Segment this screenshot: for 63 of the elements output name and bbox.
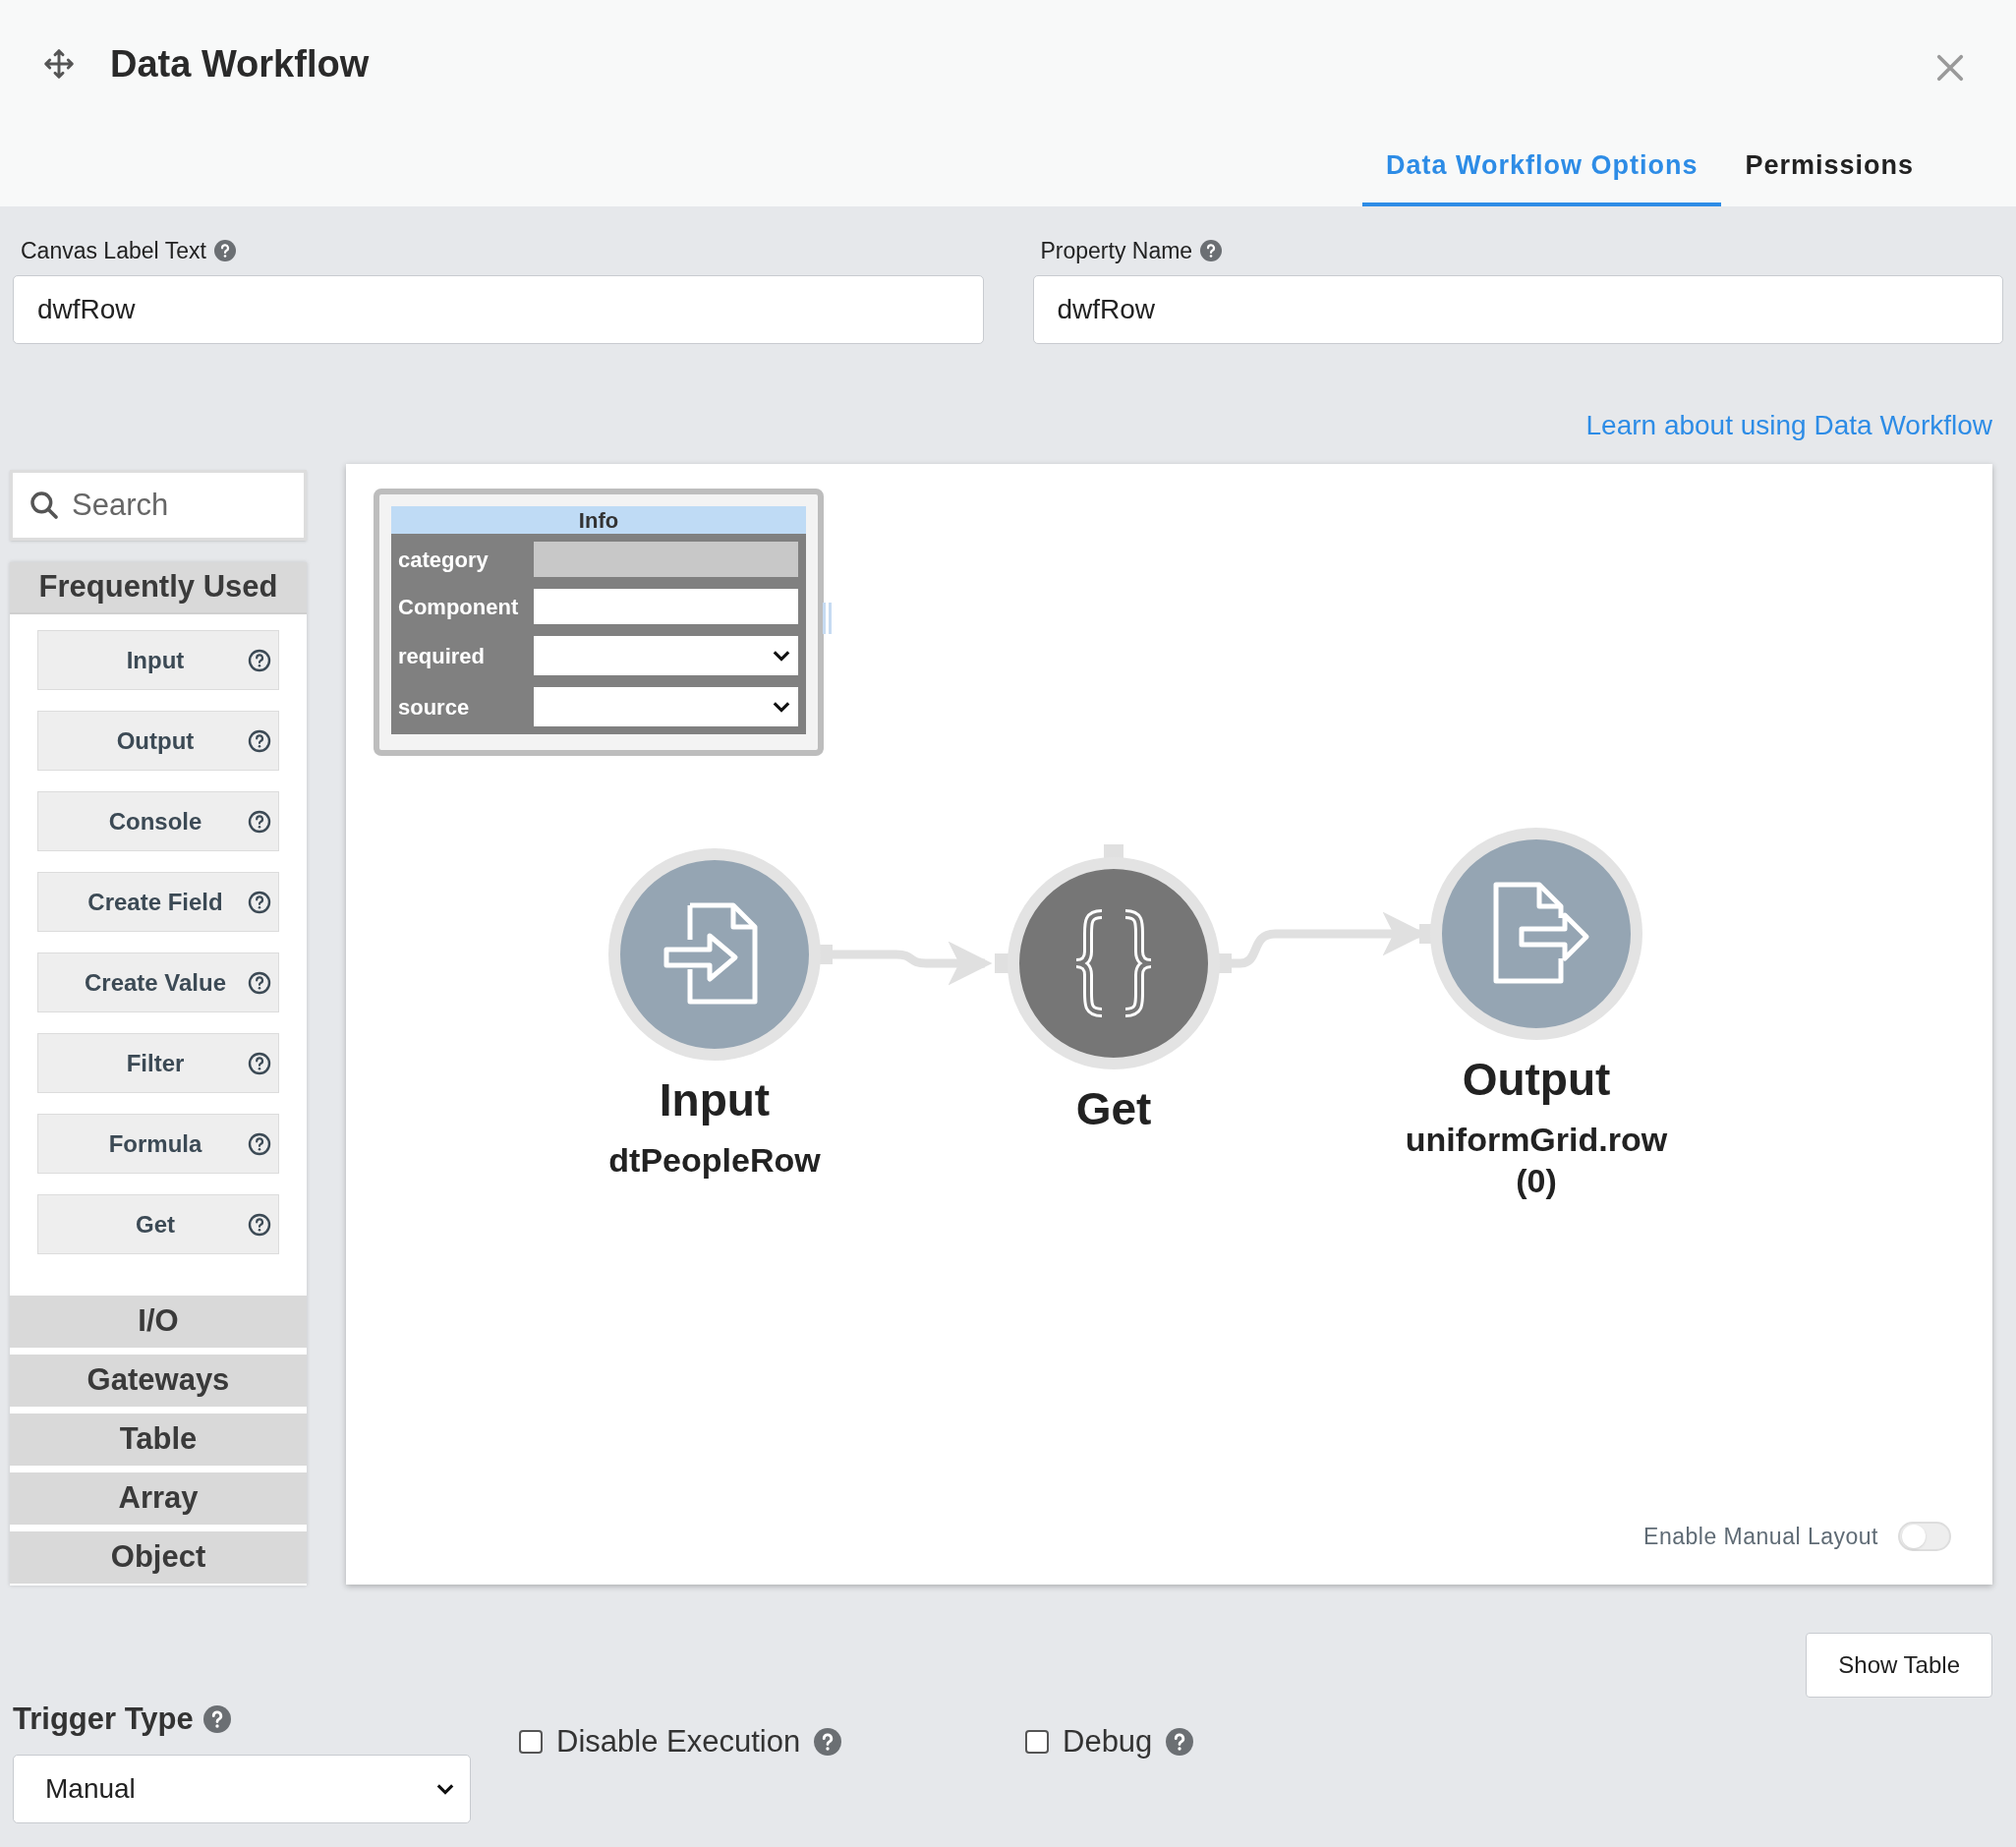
info-row-label: category (397, 546, 490, 574)
help-icon[interactable] (213, 240, 236, 261)
chevron-down-icon (436, 1783, 454, 1795)
search-icon (29, 490, 60, 521)
palette-section-header[interactable]: Gateways (10, 1355, 307, 1407)
window-title: Data Workflow (110, 41, 370, 87)
node-title: Input (659, 1073, 771, 1127)
palette-item[interactable]: Create Field (37, 872, 279, 932)
close-icon[interactable] (1935, 53, 1965, 83)
search-placeholder: Search (72, 486, 169, 524)
toggle-label: Enable Manual Layout (1643, 1522, 1878, 1551)
help-icon[interactable] (248, 728, 271, 753)
help-icon[interactable] (248, 1131, 271, 1156)
help-icon[interactable] (202, 1705, 231, 1733)
help-icon[interactable] (1200, 240, 1223, 261)
palette-item[interactable]: Filter (37, 1033, 279, 1093)
info-row-label: Component (397, 593, 520, 621)
help-icon[interactable] (248, 890, 271, 914)
palette-item[interactable]: Output (37, 711, 279, 771)
node-subtitle: uniformGrid.row (0) (1404, 1120, 1669, 1201)
help-icon[interactable] (248, 648, 271, 672)
palette-section-header[interactable]: I/O (10, 1296, 307, 1348)
show-table-button[interactable]: Show Table (1806, 1633, 1992, 1698)
resize-handle-icon[interactable] (822, 603, 834, 634)
tab[interactable]: Permissions (1721, 128, 1937, 206)
info-row-label: source (397, 693, 471, 721)
checkbox-label: Disable Execution (556, 1723, 801, 1760)
text-field[interactable]: dwfRow (13, 275, 984, 344)
help-icon[interactable] (248, 970, 271, 995)
trigger-type-select[interactable]: Manual (13, 1755, 471, 1823)
help-icon[interactable] (814, 1728, 842, 1757)
field-label: Property Name (1040, 236, 1193, 265)
palette-section-header[interactable]: Object (10, 1531, 307, 1584)
checkbox[interactable] (519, 1730, 543, 1755)
help-icon[interactable] (248, 1051, 271, 1075)
palette-item[interactable]: Formula (37, 1114, 279, 1174)
info-panel-title: Info (578, 506, 619, 535)
text-field[interactable]: dwfRow (1032, 275, 2003, 344)
palette-section-header[interactable]: Table (10, 1414, 307, 1466)
field-label: Trigger Type (13, 1700, 194, 1738)
workflow-canvas[interactable]: Info category Component required source Input dtPeopleRow Get Output uniformGrid.row (0) Enable Manual Layout (346, 464, 1992, 1585)
move-icon[interactable] (43, 48, 75, 80)
palette-section-header[interactable]: Array (10, 1472, 307, 1525)
node-title: Output (1462, 1053, 1611, 1107)
chevron-down-icon (773, 650, 790, 662)
palette-section-header[interactable]: Frequently Used (10, 562, 307, 614)
text-field[interactable] (534, 589, 798, 624)
palette-item[interactable]: Create Value (37, 952, 279, 1012)
help-icon[interactable] (1166, 1728, 1194, 1757)
palette-item[interactable]: Input (37, 630, 279, 690)
checkbox[interactable] (1025, 1730, 1049, 1755)
node-title: Get (1075, 1082, 1152, 1136)
help-icon[interactable] (248, 809, 271, 834)
palette-item[interactable]: Get (37, 1194, 279, 1254)
node-subtitle: dtPeopleRow (607, 1140, 822, 1181)
toggle-switch[interactable] (1898, 1521, 1951, 1551)
help-icon[interactable] (248, 1212, 271, 1237)
palette-item[interactable]: Console (37, 791, 279, 851)
search-field[interactable]: Search (10, 470, 307, 541)
checkbox-label: Debug (1063, 1723, 1153, 1760)
info-row-label: required (397, 642, 487, 670)
field-label: Canvas Label Text (21, 236, 206, 265)
chevron-down-icon (773, 701, 790, 713)
